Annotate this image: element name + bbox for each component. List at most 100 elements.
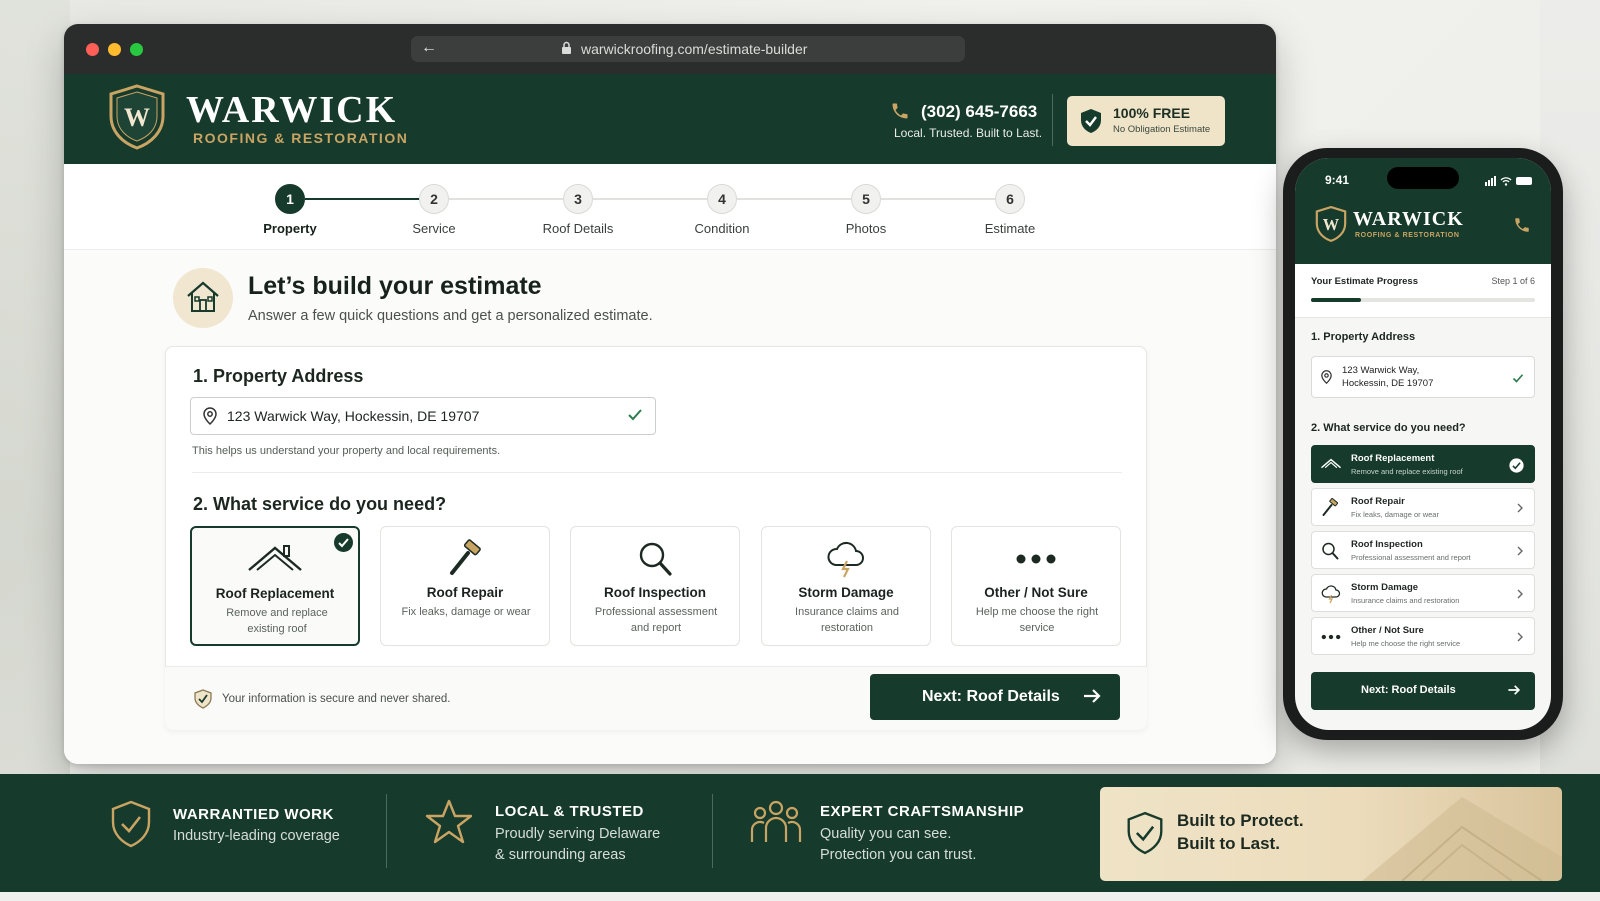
feature-title: WARRANTIED WORK xyxy=(173,806,334,823)
bottom-strip xyxy=(0,892,1600,901)
more-dots-icon xyxy=(1320,627,1342,652)
mobile-service-roof-repair[interactable]: Roof Repair Fix leaks, damage or wear xyxy=(1311,488,1535,526)
address-input[interactable]: 123 Warwick Way, Hockessin, DE 19707 xyxy=(190,397,656,435)
shield-logo-icon[interactable]: W xyxy=(1315,205,1347,247)
team-icon xyxy=(749,798,803,849)
map-pin-icon xyxy=(203,407,217,430)
service-option-roof-repair[interactable]: Roof Repair Fix leaks, damage or wear xyxy=(380,526,550,646)
storm-cloud-icon xyxy=(1320,584,1342,609)
mobile-service-storm-damage[interactable]: Storm Damage Insurance claims and restor… xyxy=(1311,574,1535,612)
service-description: Professional assessment and report xyxy=(1351,553,1471,562)
service-title: Roof Inspection xyxy=(604,585,706,600)
step-condition[interactable]: 4 Condition xyxy=(662,184,782,236)
address-bar[interactable]: ← warwickroofing.com/estimate-builder xyxy=(411,36,965,62)
brand-name[interactable]: WARWICK xyxy=(186,88,397,132)
address-line-1: 123 Warwick Way, xyxy=(1342,365,1420,376)
service-title: Roof Repair xyxy=(1351,496,1405,507)
service-title: Storm Damage xyxy=(798,585,894,600)
logo-monogram: W xyxy=(124,103,150,132)
service-option-storm-damage[interactable]: Storm Damage Insurance claims and restor… xyxy=(761,526,931,646)
storm-cloud-icon xyxy=(762,539,930,579)
address-line-2: Hockessin, DE 19707 xyxy=(1342,378,1434,389)
service-option-other[interactable]: Other / Not Sure Help me choose the righ… xyxy=(951,526,1121,646)
site-header: W WARWICK ROOFING & RESTORATION (302) 64… xyxy=(64,74,1276,164)
dynamic-island xyxy=(1387,167,1459,189)
status-time: 9:41 xyxy=(1325,173,1350,187)
selected-check-icon xyxy=(334,533,353,552)
mobile-next-button[interactable]: Next: Roof Details xyxy=(1311,672,1535,710)
service-description: Insurance claims and restoration xyxy=(1351,596,1460,605)
service-description: Professional assessment and report xyxy=(594,606,718,634)
mobile-brand-subtitle: ROOFING & RESTORATION xyxy=(1355,232,1460,239)
mobile-service-title: 2. What service do you need? xyxy=(1311,422,1466,434)
map-pin-icon xyxy=(1321,370,1332,389)
service-description: Help me choose the right service xyxy=(975,606,1099,634)
mobile-service-other[interactable]: Other / Not Sure Help me choose the righ… xyxy=(1311,617,1535,655)
service-title: Roof Repair xyxy=(426,585,504,600)
checkmark-icon xyxy=(1512,371,1524,389)
checkmark-icon xyxy=(627,408,643,427)
mobile-address-input[interactable]: 123 Warwick Way, Hockessin, DE 19707 xyxy=(1311,356,1535,398)
service-description: Remove and replace existing roof xyxy=(226,607,328,635)
lock-icon xyxy=(561,41,572,58)
free-badge-title: 100% FREE xyxy=(1113,105,1191,121)
step-number: 6 xyxy=(995,184,1025,214)
feature-title: LOCAL & TRUSTED xyxy=(495,803,644,820)
arrow-right-icon xyxy=(1082,687,1102,710)
mobile-service-roof-inspection[interactable]: Roof Inspection Professional assessment … xyxy=(1311,531,1535,569)
feature-description: Protection you can trust. xyxy=(820,847,977,863)
selected-check-icon xyxy=(1509,458,1524,478)
phone-number-link[interactable]: (302) 645-7663 xyxy=(921,102,1037,122)
step-number: 5 xyxy=(851,184,881,214)
magnifier-icon xyxy=(571,539,739,579)
promo-text: Built to Protect. Built to Last. xyxy=(1177,809,1304,855)
service-option-roof-inspection[interactable]: Roof Inspection Professional assessment … xyxy=(570,526,740,646)
minimize-window-button[interactable] xyxy=(108,43,121,56)
house-icon xyxy=(173,268,233,328)
roof-illustration xyxy=(1362,797,1562,881)
step-number: 1 xyxy=(275,184,305,214)
secure-note: Your information is secure and never sha… xyxy=(222,693,451,705)
chevron-right-icon xyxy=(1516,587,1524,605)
status-icons xyxy=(1485,173,1535,191)
header-divider xyxy=(1052,94,1053,146)
service-title: Roof Replacement xyxy=(215,586,335,601)
progress-track xyxy=(1311,298,1535,302)
section-divider xyxy=(192,472,1122,473)
step-number: 3 xyxy=(563,184,593,214)
feature-title: EXPERT CRAFTSMANSHIP xyxy=(820,803,1025,820)
phone-icon xyxy=(890,101,910,126)
next-roof-details-button[interactable]: Next: Roof Details xyxy=(870,674,1120,720)
promo-banner: Built to Protect. Built to Last. xyxy=(1100,787,1562,881)
chevron-right-icon xyxy=(1516,544,1524,562)
step-estimate[interactable]: 6 Estimate xyxy=(950,184,1070,236)
mobile-address-value: 123 Warwick Way, Hockessin, DE 19707 xyxy=(1342,364,1492,390)
step-number: 2 xyxy=(419,184,449,214)
service-title: Other / Not Sure xyxy=(984,585,1088,600)
service-description: Remove and replace existing roof xyxy=(1351,467,1463,476)
service-option-roof-replacement[interactable]: Roof Replacement Remove and replace exis… xyxy=(190,526,360,646)
roof-icon xyxy=(1320,455,1342,478)
service-section-title: 2. What service do you need? xyxy=(193,494,447,514)
secure-shield-icon xyxy=(194,689,212,714)
service-description: Fix leaks, damage or wear xyxy=(401,606,531,618)
feature-description: Proudly serving Delaware xyxy=(495,826,661,842)
phone-icon[interactable] xyxy=(1513,216,1531,239)
maximize-window-button[interactable] xyxy=(130,43,143,56)
step-service[interactable]: 2 Service xyxy=(374,184,494,236)
step-label: Service xyxy=(412,221,456,236)
shield-logo-icon[interactable]: W xyxy=(108,84,166,155)
back-arrow-icon[interactable]: ← xyxy=(421,39,437,57)
background-left xyxy=(0,0,70,901)
hammer-icon xyxy=(381,539,549,579)
feature-description: Industry-leading coverage xyxy=(173,828,340,844)
close-window-button[interactable] xyxy=(86,43,99,56)
progress-step: Step 1 of 6 xyxy=(1491,276,1535,286)
page-subtitle: Answer a few quick questions and get a p… xyxy=(248,308,653,324)
step-photos[interactable]: 5 Photos xyxy=(806,184,926,236)
free-estimate-badge: 100% FREE No Obligation Estimate xyxy=(1067,96,1225,146)
step-property[interactable]: 1 Property xyxy=(230,184,350,236)
mobile-service-roof-replacement[interactable]: Roof Replacement Remove and replace exis… xyxy=(1311,445,1535,483)
magnifier-icon xyxy=(1320,541,1340,566)
step-roof-details[interactable]: 3 Roof Details xyxy=(518,184,638,236)
